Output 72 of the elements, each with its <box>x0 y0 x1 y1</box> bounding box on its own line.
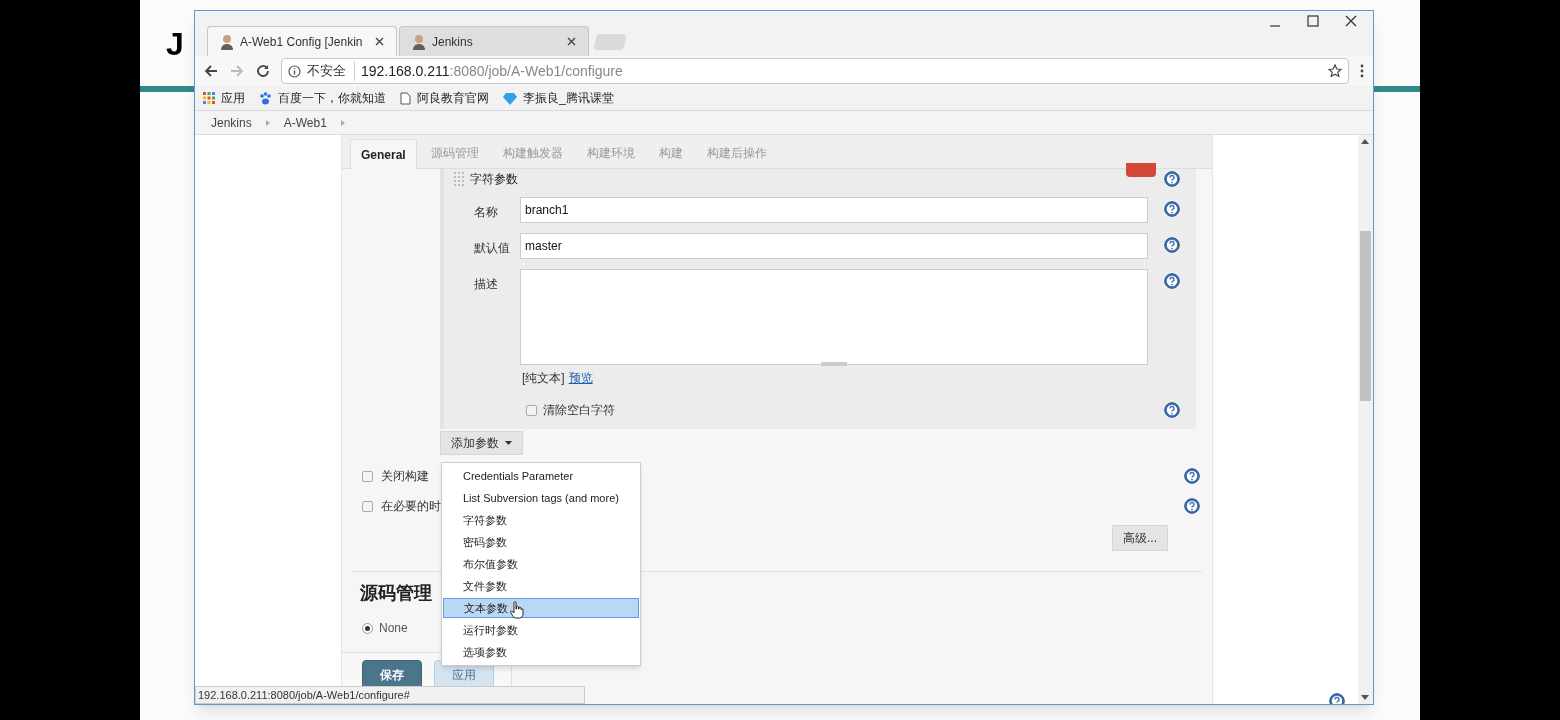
checkbox[interactable] <box>362 500 373 512</box>
status-bubble: 192.168.0.211:8080/job/A-Web1/configure# <box>195 686 585 704</box>
breadcrumb-link[interactable]: Jenkins <box>211 113 252 132</box>
checkbox-label: 关闭构建 <box>381 468 429 485</box>
close-icon[interactable] <box>1345 15 1357 27</box>
menu-item[interactable]: 密码参数 <box>442 531 640 553</box>
radio-button[interactable] <box>362 622 373 634</box>
close-icon[interactable] <box>375 37 384 46</box>
checkbox-label: 清除空白字符 <box>543 402 616 419</box>
info-icon <box>288 64 301 78</box>
menu-item[interactable]: 布尔值参数 <box>442 553 640 575</box>
menu-icon[interactable] <box>1359 64 1365 78</box>
help-icon[interactable] <box>1164 402 1180 418</box>
menu-item[interactable]: 字符参数 <box>442 509 640 531</box>
security-label: 不安全 <box>307 61 355 81</box>
address-bar[interactable]: 不安全 192.168.0.211:8080/job/A-Web1/configure <box>281 58 1349 84</box>
format-label: [纯文本] <box>522 370 565 387</box>
field-label: 描述 <box>474 276 499 293</box>
bookmark-link[interactable]: 阿良教育官网 <box>400 89 489 107</box>
menu-item[interactable]: 选项参数 <box>442 641 640 663</box>
star-icon[interactable] <box>1328 64 1342 78</box>
menu-item[interactable]: 文件参数 <box>442 575 640 597</box>
help-icon[interactable] <box>1164 171 1180 187</box>
parameter-title: 字符参数 <box>470 171 518 188</box>
menu-item[interactable]: 文本参数 <box>443 598 639 618</box>
bookmark-link[interactable]: 李振良_腾讯课堂 <box>503 89 614 107</box>
section-heading: 源码管理 <box>360 582 432 605</box>
scrollbar-thumb[interactable] <box>1360 231 1371 401</box>
chevron-icon <box>265 119 270 126</box>
text-input[interactable]: master <box>520 233 1148 259</box>
radio-label: None <box>379 620 408 637</box>
field-label: 默认值 <box>474 240 511 257</box>
menu-item[interactable]: Credentials Parameter <box>442 465 640 487</box>
config-tab[interactable]: General <box>350 139 417 169</box>
person-icon <box>412 33 426 50</box>
apps-grid-icon <box>203 92 215 104</box>
checkbox-label: 在必要的时 <box>381 498 441 515</box>
back-icon[interactable] <box>203 63 219 79</box>
close-icon[interactable] <box>567 37 576 46</box>
menu-item[interactable]: 运行时参数 <box>442 619 640 641</box>
chevron-icon <box>340 119 345 126</box>
help-icon[interactable] <box>1184 468 1200 484</box>
breadcrumb-link[interactable]: A-Web1 <box>283 113 327 132</box>
checkbox[interactable] <box>362 470 373 482</box>
help-icon[interactable] <box>1184 498 1200 514</box>
person-icon <box>220 33 234 50</box>
help-icon[interactable] <box>1164 201 1180 217</box>
page-icon <box>400 91 411 105</box>
caret-icon <box>505 441 512 445</box>
checkbox[interactable] <box>526 404 537 416</box>
scroll-up-icon[interactable] <box>1361 139 1369 144</box>
background-text: J <box>166 28 184 60</box>
text-input[interactable]: branch1 <box>520 197 1148 223</box>
drag-handle-icon[interactable] <box>454 172 464 186</box>
bookmark-link[interactable]: 应用 <box>203 89 245 107</box>
reload-icon[interactable] <box>255 63 271 79</box>
menu-item[interactable]: List Subversion tags (and more) <box>442 487 640 509</box>
browser-tab[interactable]: Jenkins <box>399 26 589 56</box>
scroll-down-icon[interactable] <box>1361 695 1369 700</box>
field-label: 名称 <box>474 204 499 221</box>
maximize-icon[interactable] <box>1307 15 1319 27</box>
help-icon[interactable] <box>1164 237 1180 253</box>
bookmark-link[interactable]: 百度一下，你就知道 <box>259 89 386 107</box>
add-parameter-button[interactable]: 添加参数 <box>440 431 523 455</box>
help-icon[interactable] <box>1164 273 1180 289</box>
hand-cursor-icon <box>510 601 524 619</box>
preview-link[interactable]: 预览 <box>568 369 593 387</box>
browser-tab[interactable]: A-Web1 Config [Jenkin <box>207 26 397 56</box>
advanced-button[interactable]: 高级... <box>1112 525 1168 551</box>
scrollbar[interactable] <box>1358 135 1373 704</box>
url-text: 192.168.0.211:8080/job/A-Web1/configure <box>361 61 624 81</box>
paw-icon <box>259 91 272 105</box>
